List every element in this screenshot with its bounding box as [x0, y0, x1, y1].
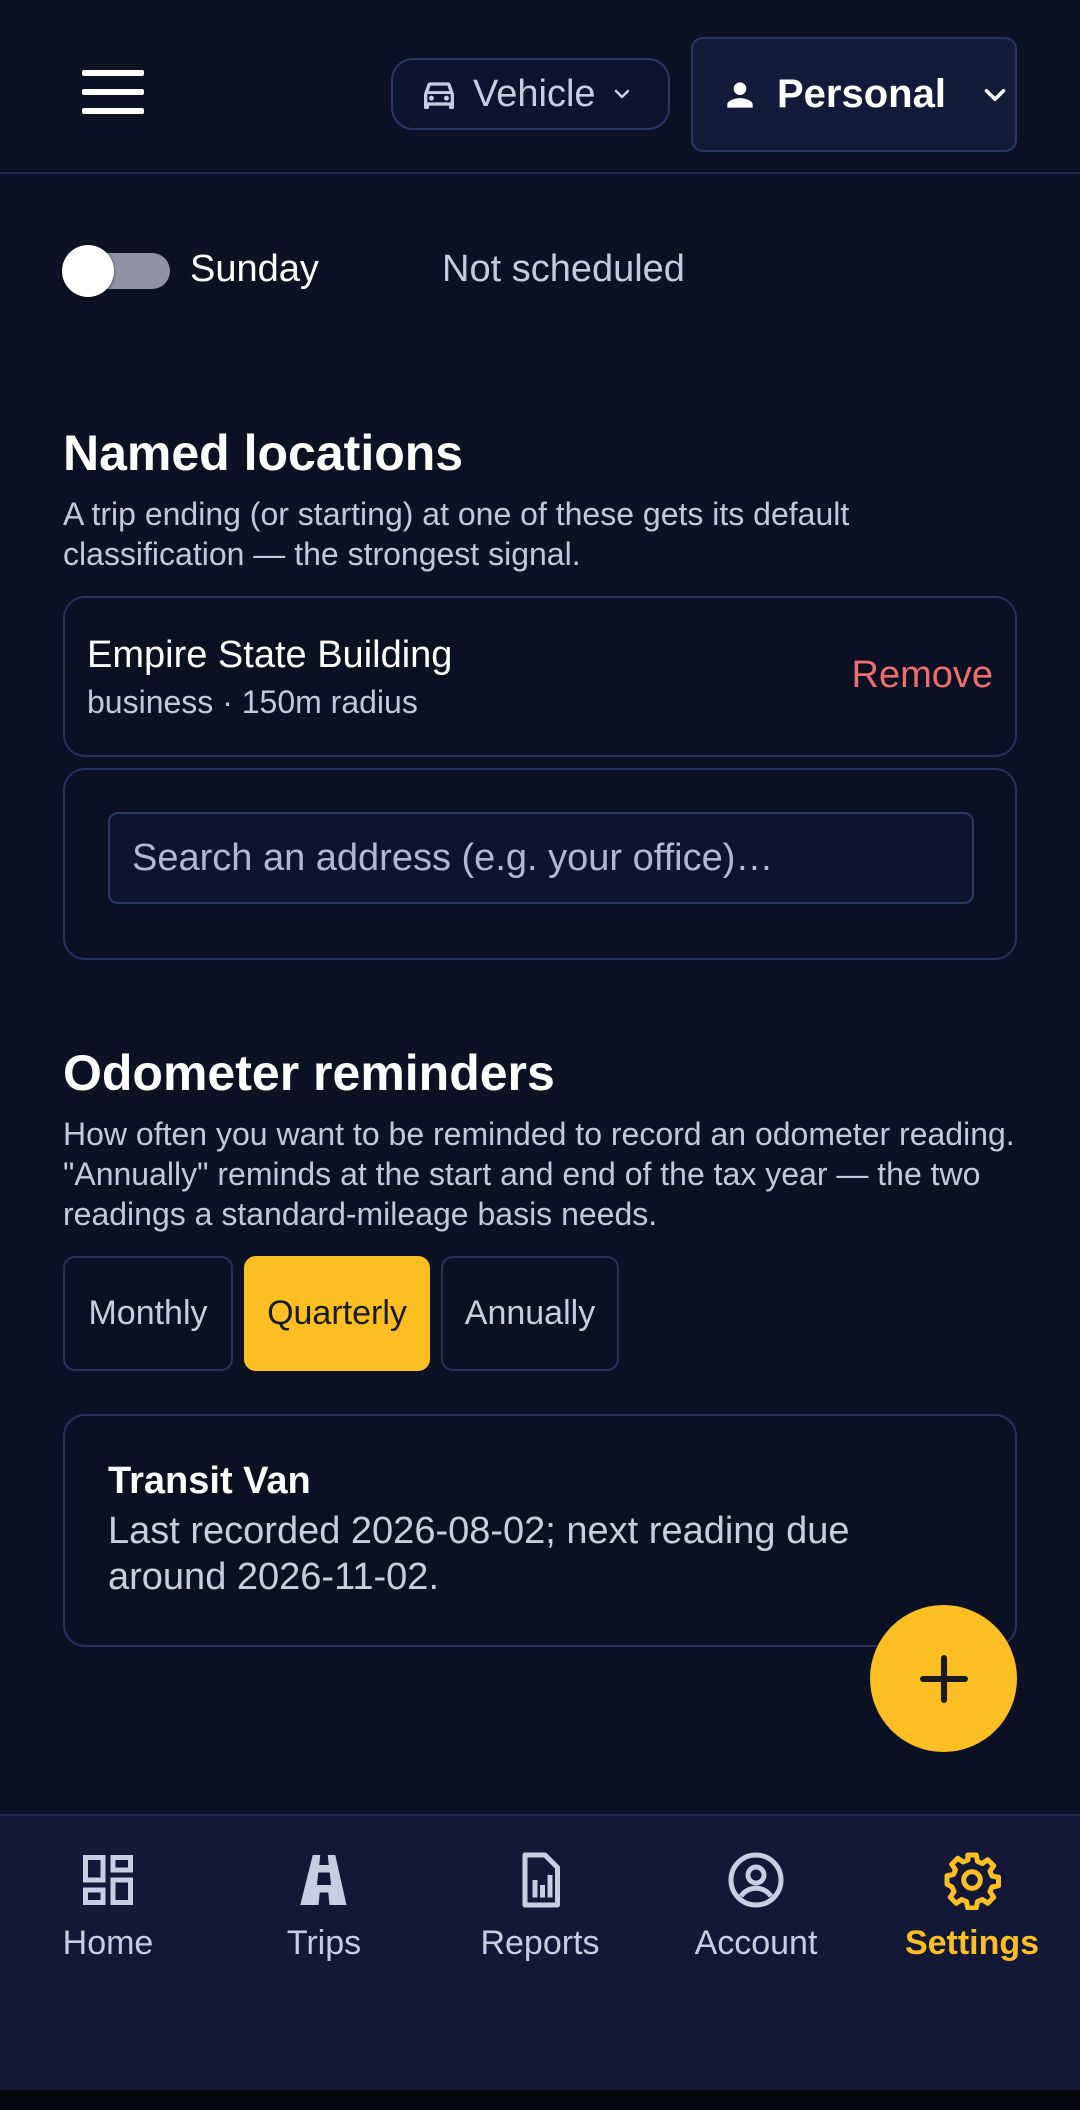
- vehicle-selector-label: Vehicle: [473, 72, 596, 115]
- day-label: Sunday: [190, 248, 319, 290]
- odometer-reminders-description: How often you want to be reminded to rec…: [63, 1116, 1015, 1232]
- nav-label-home: Home: [62, 1924, 154, 1962]
- location-meta: business · 150m radius: [87, 684, 418, 720]
- odometer-reminders-title: Odometer reminders: [63, 1045, 555, 1101]
- person-icon: [727, 81, 753, 108]
- schedule-status: Not scheduled: [442, 248, 685, 290]
- frequency-option-annually[interactable]: Annually: [441, 1256, 619, 1371]
- remove-location-button[interactable]: Remove: [852, 654, 994, 697]
- system-navigation-bar: [0, 2090, 1080, 2110]
- profile-selector-label: Personal: [777, 72, 946, 116]
- chevron-down-icon: [614, 89, 629, 99]
- nav-label-account: Account: [694, 1924, 818, 1962]
- vehicle-reminder-note: Last recorded 2026-08-02; next reading d…: [108, 1510, 850, 1598]
- plus-icon: [919, 1654, 968, 1703]
- menu-icon[interactable]: [82, 70, 144, 114]
- frequency-option-monthly[interactable]: Monthly: [63, 1256, 233, 1371]
- road-icon: [300, 1855, 347, 1905]
- address-search-input[interactable]: [108, 812, 974, 904]
- profile-selector[interactable]: Personal: [691, 37, 1017, 152]
- toggle-knob: [62, 245, 114, 297]
- gear-icon: [944, 1852, 1001, 1910]
- nav-item-account[interactable]: Account: [648, 1816, 864, 1986]
- nav-item-reports[interactable]: Reports: [432, 1816, 648, 1986]
- named-locations-title: Named locations: [63, 425, 464, 481]
- nav-label-trips: Trips: [286, 1924, 362, 1962]
- report-icon: [522, 1852, 560, 1908]
- car-icon: [424, 82, 454, 109]
- add-button[interactable]: [870, 1605, 1017, 1752]
- vehicle-reminder-card: Transit Van Last recorded 2026-08-02; ne…: [63, 1414, 1017, 1647]
- location-card: Empire State Building business · 150m ra…: [63, 596, 1017, 757]
- nav-label-reports: Reports: [480, 1924, 600, 1962]
- nav-item-settings[interactable]: Settings: [864, 1816, 1080, 1986]
- nav-item-home[interactable]: Home: [0, 1816, 216, 1986]
- bottom-navigation: Home Trips Reports Account Settings: [0, 1814, 1080, 2090]
- nav-label-settings: Settings: [904, 1924, 1040, 1962]
- app-header: Vehicle Personal: [0, 0, 1080, 174]
- dashboard-icon: [83, 1855, 133, 1905]
- named-locations-description: A trip ending (or starting) at one of th…: [63, 496, 850, 572]
- chevron-down-icon: [984, 88, 1006, 101]
- nav-item-trips[interactable]: Trips: [216, 1816, 432, 1986]
- account-circle-icon: [728, 1852, 784, 1908]
- address-search-card: [63, 768, 1017, 960]
- vehicle-selector[interactable]: Vehicle: [391, 58, 670, 130]
- vehicle-name: Transit Van: [108, 1460, 311, 1502]
- sunday-toggle[interactable]: [62, 245, 170, 297]
- frequency-option-quarterly[interactable]: Quarterly: [244, 1256, 430, 1371]
- location-name: Empire State Building: [87, 634, 453, 676]
